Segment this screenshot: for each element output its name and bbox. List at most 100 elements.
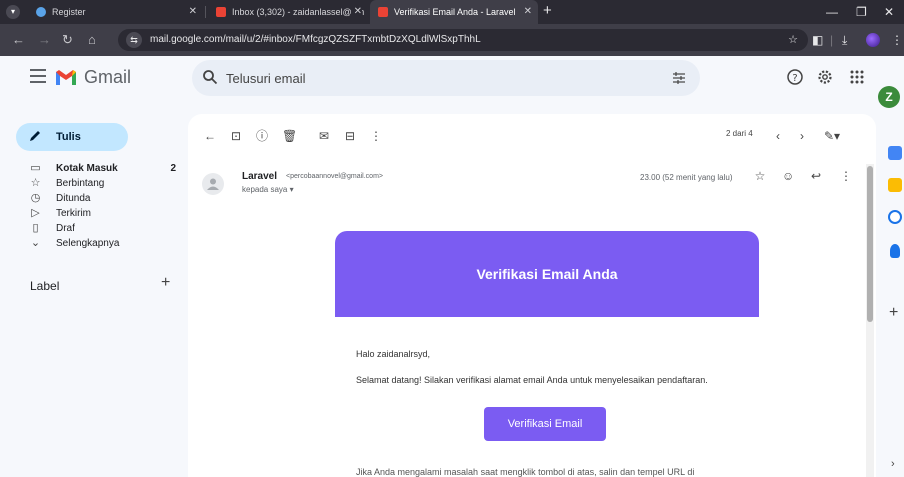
- message-time: 23.00 (52 menit yang lalu): [640, 173, 733, 182]
- help-icon[interactable]: ?: [786, 68, 804, 86]
- sender-name: Laravel: [242, 171, 278, 182]
- home-icon[interactable]: ⌂: [88, 24, 96, 56]
- close-tab-icon[interactable]: ✕: [189, 0, 197, 24]
- profile-avatar[interactable]: [866, 33, 880, 47]
- search-icon[interactable]: [202, 69, 218, 85]
- recipient-details[interactable]: kepada saya ▾: [242, 185, 294, 194]
- add-label-icon[interactable]: +: [161, 274, 170, 292]
- email-welcome-text: Selamat datang! Silakan verifikasi alama…: [356, 375, 708, 385]
- main-menu-icon[interactable]: [30, 69, 46, 83]
- newer-icon[interactable]: ‹: [772, 130, 784, 142]
- show-side-panel-icon[interactable]: ›: [891, 458, 895, 470]
- calendar-icon[interactable]: [888, 146, 902, 160]
- url-text[interactable]: mail.google.com/mail/u/2/#inbox/FMfcgzQZ…: [150, 29, 481, 51]
- tab-verifikasi[interactable]: Verifikasi Email Anda - Laravel ✕: [370, 0, 538, 24]
- contacts-icon[interactable]: [890, 244, 900, 258]
- sidebar-item-label: Berbintang: [56, 178, 105, 189]
- sidebar-item-snoozed[interactable]: ◷ Ditunda: [0, 193, 180, 207]
- tab-menu-icon[interactable]: ▾: [6, 5, 20, 19]
- apps-grid-icon[interactable]: [848, 68, 866, 86]
- caret-down-icon: ▾: [289, 185, 294, 194]
- search-input[interactable]: [226, 60, 646, 96]
- scrollbar-thumb[interactable]: [867, 166, 873, 322]
- sidebar-item-drafts[interactable]: ▯ Draf: [0, 223, 180, 237]
- pencil-icon: [30, 131, 40, 141]
- sender-avatar: [202, 173, 224, 195]
- message-pane: ← ⊡ ⓘ 🗑 ✉ ⊟ ⋮ 2 dari 4 ‹ › ✎▾ Laravel <p…: [188, 114, 876, 477]
- browser-menu-icon[interactable]: ⋮: [891, 24, 903, 56]
- get-addons-icon[interactable]: +: [889, 304, 898, 322]
- person-icon: [207, 178, 219, 190]
- report-spam-icon[interactable]: ⓘ: [256, 130, 268, 142]
- download-icon[interactable]: ⤓: [842, 24, 847, 56]
- bookmark-star-icon[interactable]: ☆: [788, 29, 798, 51]
- gmail-favicon-icon: [216, 7, 226, 17]
- emoji-reaction-icon[interactable]: ☺: [782, 170, 794, 182]
- close-tab-icon[interactable]: ✕: [350, 0, 362, 24]
- pagination-label: 2 dari 4: [726, 129, 753, 138]
- email-greeting: Halo zaidanalrsyd,: [356, 349, 431, 359]
- new-tab-button[interactable]: +: [543, 0, 552, 22]
- sidebar-item-sent[interactable]: ▷ Terkirim: [0, 208, 180, 222]
- recipient-label: kepada saya: [242, 185, 288, 194]
- mark-unread-icon[interactable]: ✉: [318, 130, 330, 142]
- email-banner: Verifikasi Email Anda: [335, 231, 759, 317]
- tab-separator: [205, 6, 206, 18]
- input-tools-icon[interactable]: ✎▾: [820, 130, 844, 142]
- more-options-icon[interactable]: ⋮: [370, 130, 382, 142]
- send-icon: ▷: [31, 207, 40, 219]
- star-message-icon[interactable]: ☆: [754, 170, 766, 182]
- settings-gear-icon[interactable]: [816, 68, 834, 86]
- tab-title: Register: [52, 7, 86, 17]
- extensions-icon[interactable]: ◧: [812, 24, 823, 56]
- forward-icon[interactable]: →: [38, 24, 51, 56]
- restore-button[interactable]: ❐: [856, 0, 867, 24]
- older-icon[interactable]: ›: [796, 130, 808, 142]
- search-options-icon[interactable]: [672, 71, 686, 85]
- sidebar-item-starred[interactable]: ☆ Berbintang: [0, 178, 180, 192]
- tab-register[interactable]: Register ✕: [28, 0, 203, 24]
- url-bar[interactable]: ⇆ mail.google.com/mail/u/2/#inbox/FMfcgz…: [118, 29, 808, 51]
- site-info-icon[interactable]: ⇆: [126, 32, 142, 48]
- address-bar: ← → ↻ ⌂ ⇆ mail.google.com/mail/u/2/#inbo…: [0, 24, 904, 56]
- email-card: [335, 317, 759, 477]
- tab-title: Inbox (3,302) - zaidanlassel@gm: [232, 7, 365, 17]
- gmail-header: Gmail ?: [0, 56, 904, 100]
- sidebar-item-more[interactable]: ⌄ Selengkapnya: [0, 238, 180, 252]
- delete-icon[interactable]: 🗑: [282, 130, 297, 142]
- sidebar-item-label: Selengkapnya: [56, 238, 120, 249]
- sidebar-item-label: Draf: [56, 223, 75, 234]
- tasks-icon[interactable]: [888, 210, 902, 224]
- minimize-button[interactable]: —: [826, 0, 838, 24]
- close-window-button[interactable]: ✕: [884, 0, 894, 24]
- favicon-icon: [36, 7, 46, 17]
- email-fallback-text: Jika Anda mengalami masalah saat mengkli…: [356, 467, 695, 477]
- compose-button[interactable]: Tulis: [16, 123, 128, 151]
- archive-icon[interactable]: ⊡: [230, 130, 242, 142]
- move-to-icon[interactable]: ⊟: [344, 130, 356, 142]
- gmail-logo-icon[interactable]: [55, 69, 77, 86]
- star-icon: ☆: [30, 177, 41, 189]
- gmail-wordmark: Gmail: [84, 67, 132, 87]
- tab-title: Verifikasi Email Anda - Laravel: [394, 7, 516, 17]
- keep-icon[interactable]: [888, 178, 902, 192]
- clock-icon: ◷: [30, 192, 41, 204]
- account-avatar[interactable]: Z: [878, 86, 900, 108]
- message-more-icon[interactable]: ⋮: [840, 170, 852, 182]
- chevron-down-icon: ⌄: [30, 237, 41, 249]
- close-tab-icon[interactable]: ✕: [520, 0, 532, 24]
- inbox-icon: ▭: [30, 162, 41, 174]
- back-to-inbox-icon[interactable]: ←: [204, 130, 216, 142]
- draft-icon: ▯: [32, 222, 39, 234]
- back-icon[interactable]: ←: [12, 24, 25, 56]
- email-banner-title: Verifikasi Email Anda: [476, 266, 618, 282]
- tab-inbox[interactable]: Inbox (3,302) - zaidanlassel@gm ✕: [208, 0, 368, 24]
- sidebar-item-label: Kotak Masuk: [56, 163, 118, 174]
- compose-label: Tulis: [56, 131, 81, 143]
- search-bar[interactable]: [192, 60, 700, 96]
- svg-text:?: ?: [792, 73, 797, 84]
- sidebar-item-inbox[interactable]: ▭ Kotak Masuk 2: [0, 163, 180, 177]
- reload-icon[interactable]: ↻: [62, 24, 73, 56]
- reply-icon[interactable]: ↩: [810, 170, 822, 182]
- verify-email-button[interactable]: Verifikasi Email: [484, 407, 606, 441]
